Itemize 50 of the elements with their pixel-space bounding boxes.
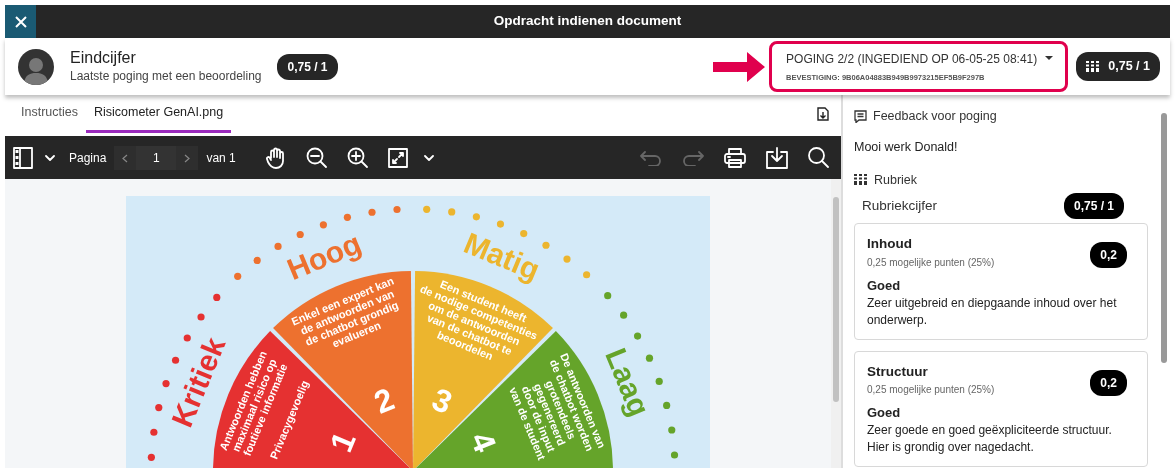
avatar	[18, 48, 54, 85]
tab[interactable]: Instructies	[13, 97, 86, 133]
grade-subtitle: Laatste poging met een beoordeling	[70, 68, 262, 86]
file-download-icon[interactable]	[817, 107, 829, 121]
close-icon[interactable]	[13, 14, 28, 29]
rubric-score-badge: 0,75 / 1	[1063, 193, 1124, 220]
hand-icon[interactable]	[265, 146, 286, 169]
segment-label: Laag	[599, 343, 657, 421]
criterion-score-badge: 0,2	[1090, 242, 1127, 269]
feedback-icon	[854, 109, 867, 123]
rubric-score-label: Rubriekcijfer	[862, 197, 938, 216]
dialog-title: Opdracht indienen document	[492, 12, 683, 31]
fit-page-icon[interactable]	[387, 147, 408, 168]
attempt-score-badge: 0,75 / 1	[1076, 52, 1160, 81]
annotation-arrow	[713, 51, 766, 82]
rubric-icon	[854, 173, 868, 186]
page-input[interactable]: 1	[136, 145, 177, 170]
rubric-title: Rubriek	[874, 171, 918, 189]
search-icon[interactable]	[808, 147, 829, 168]
criterion-name: Structuur	[867, 362, 929, 381]
criterion-description: Zeer goede en goed geëxpliciteerde structuur. Hier is grondig over nagedacht.	[867, 422, 1113, 456]
criterion-score-badge: 0,2	[1090, 369, 1127, 396]
print-icon[interactable]	[724, 147, 746, 168]
scrollbar[interactable]	[831, 179, 841, 468]
segment-number: 1	[322, 426, 363, 458]
criterion-level: Goed	[867, 403, 902, 422]
segment-number: 4	[463, 426, 504, 458]
zoom-out-icon[interactable]	[305, 147, 327, 168]
segment-number: 2	[368, 380, 400, 421]
criterion-points: 0,25 mogelijke punten (25%)	[867, 382, 995, 397]
grade-badge: 0,75 / 1	[277, 53, 338, 80]
attempt-dropdown[interactable]: POGING 2/2 (INGEDIEND OP 06-05-25 08:41)	[786, 49, 1054, 68]
tab[interactable]: Risicometer GenAI.png	[85, 97, 232, 133]
page-label: Pagina	[69, 149, 107, 167]
caret-icon[interactable]	[1045, 56, 1054, 62]
criterion-description: Zeer uitgebreid en diepgaande inhoud over het onderwerp.	[867, 295, 1118, 329]
download-icon[interactable]	[766, 146, 788, 169]
grade-title: Eindcijfer	[70, 47, 137, 68]
rubric-icon	[1086, 60, 1101, 73]
segment-label: Hoog	[282, 226, 366, 287]
criterion-level: Goed	[867, 276, 902, 295]
criterion-points: 0,25 mogelijke punten (25%)	[867, 255, 995, 270]
criterion-name: Inhoud	[867, 235, 913, 254]
feedback-title: Feedback voor poging	[873, 108, 997, 125]
segment-number: 3	[426, 380, 458, 421]
page-total: van 1	[206, 149, 236, 167]
segment-label: Matig	[459, 225, 545, 287]
close-button[interactable]	[5, 5, 36, 38]
zoom-in-icon[interactable]	[346, 147, 368, 168]
feedback-text: Mooi werk Donald!	[854, 138, 959, 156]
